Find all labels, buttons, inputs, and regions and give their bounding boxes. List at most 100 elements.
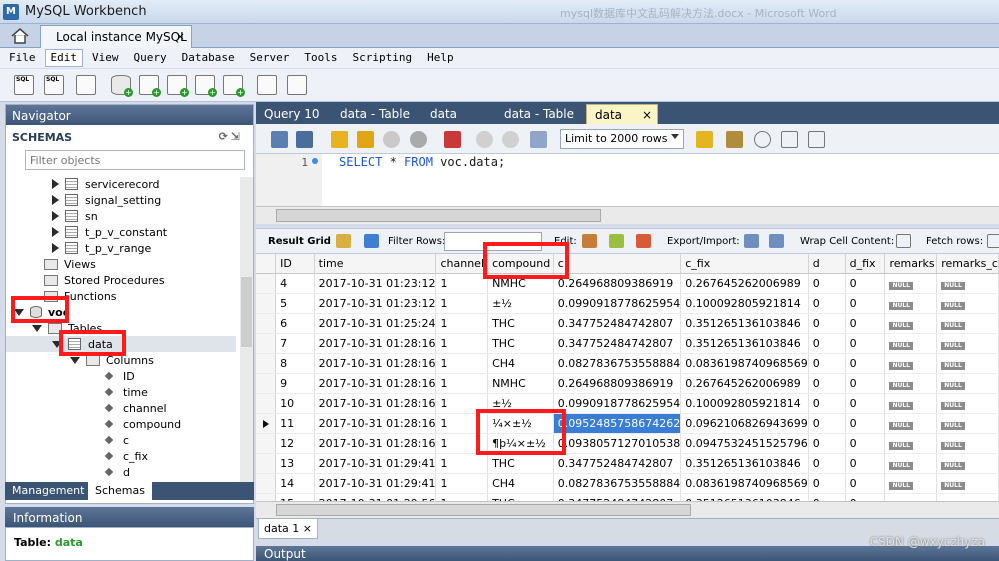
menu-server[interactable]: Server: [244, 49, 296, 67]
import-icon[interactable]: [769, 234, 784, 248]
cell-d-fix[interactable]: 0: [845, 373, 886, 394]
cell-d-fix[interactable]: 0: [845, 413, 886, 434]
tree-column-id[interactable]: ID: [102, 368, 135, 384]
column-header-remarks-c[interactable]: remarks_c: [936, 254, 999, 274]
tab-data-1[interactable]: data: [422, 104, 496, 124]
cell-c-fix[interactable]: 0.0836198740968569: [680, 353, 809, 374]
invisible-chars-icon[interactable]: [781, 131, 798, 148]
cell-time[interactable]: 2017-10-31 01:29:41: [314, 473, 437, 494]
cell-c[interactable]: 0.347752484742807: [553, 313, 682, 334]
cell-remarks-c[interactable]: NULL: [936, 493, 999, 501]
instance-tab[interactable]: Local instance MySQL ×: [40, 25, 192, 48]
table-row[interactable]: 152017-10-31 01:29:561THC0.3477524847428…: [256, 493, 999, 501]
reconnect-button[interactable]: [287, 75, 307, 95]
cell-c[interactable]: 0.347752484742807: [553, 453, 682, 474]
navigator-scrollbar[interactable]: [240, 177, 253, 487]
cell-remarks[interactable]: NULL: [884, 353, 938, 374]
tab-management[interactable]: Management: [5, 482, 91, 500]
cell-id[interactable]: 10: [275, 393, 315, 414]
cell-d[interactable]: 0: [808, 273, 846, 294]
tree-item-sn[interactable]: sn: [52, 208, 98, 224]
cell-remarks-c[interactable]: NULL: [936, 353, 999, 374]
cell-compound[interactable]: THC: [487, 313, 554, 334]
cell-time[interactable]: 2017-10-31 01:25:24: [314, 313, 437, 334]
edit-row-icon[interactable]: [582, 234, 597, 248]
cell-remarks[interactable]: NULL: [884, 293, 938, 314]
cell-c-fix[interactable]: 0.351265136103846: [680, 453, 809, 474]
new-sql-tab-button[interactable]: [14, 75, 34, 95]
cell-d-fix[interactable]: 0: [845, 293, 886, 314]
cell-remarks-c[interactable]: NULL: [936, 413, 999, 434]
commit-icon[interactable]: [476, 131, 493, 148]
cell-c[interactable]: 0.264968809386919: [553, 273, 682, 294]
cell-id[interactable]: 8: [275, 353, 315, 374]
cell-remarks[interactable]: NULL: [884, 473, 938, 494]
rollback-icon[interactable]: [502, 131, 519, 148]
create-schema-button[interactable]: +: [111, 75, 133, 97]
collapse-icon[interactable]: [32, 324, 42, 332]
find-icon[interactable]: [754, 131, 771, 148]
tree-column-time[interactable]: time: [102, 384, 148, 400]
cell-remarks-c[interactable]: NULL: [936, 433, 999, 454]
scrollbar-thumb[interactable]: [276, 209, 601, 222]
cell-id[interactable]: 12: [275, 433, 315, 454]
menu-tools[interactable]: Tools: [298, 49, 343, 67]
filter-objects-input[interactable]: [25, 150, 245, 170]
cell-remarks[interactable]: NULL: [884, 373, 938, 394]
tree-item-t-p-v-constant[interactable]: t_p_v_constant: [52, 224, 167, 240]
cell-d-fix[interactable]: 0: [845, 433, 886, 454]
cell-d[interactable]: 0: [808, 453, 846, 474]
cell-channel[interactable]: 1: [435, 453, 489, 474]
table-row[interactable]: 14 2017-10-31 01:29:41 1 CH4 0.0827836753558…: [256, 473, 999, 494]
tree-column-compound[interactable]: compound: [102, 416, 181, 432]
expand-icon[interactable]: [52, 243, 59, 253]
sql-editor[interactable]: 1 SELECT * FROM voc.data;: [256, 154, 999, 206]
row-marker[interactable]: [256, 493, 277, 501]
cell-remarks-c[interactable]: NULL: [936, 313, 999, 334]
tree-item-views[interactable]: Views: [44, 256, 96, 272]
cell-remarks[interactable]: NULL: [884, 313, 938, 334]
cell-c-fix[interactable]: 0.0947532451525796: [680, 433, 809, 454]
tree-column-d[interactable]: d: [102, 464, 130, 480]
inspector-button[interactable]: [76, 75, 96, 95]
cell-id[interactable]: 5: [275, 293, 315, 314]
cell-d[interactable]: 0: [808, 373, 846, 394]
cell-d[interactable]: 0: [808, 393, 846, 414]
wrap-toggle-icon[interactable]: [896, 234, 911, 248]
cell-remarks-c[interactable]: NULL: [936, 333, 999, 354]
cell-channel[interactable]: 1: [435, 373, 489, 394]
collapse-icon[interactable]: [70, 356, 80, 364]
table-row[interactable]: 8 2017-10-31 01:28:16 1 CH4 0.08278367535588…: [256, 353, 999, 374]
cell-c[interactable]: 0.347752484742807: [553, 493, 682, 501]
column-header-id[interactable]: ID: [275, 254, 315, 274]
table-row[interactable]: 11 2017-10-31 01:28:16 1 ¼×±½ 0.095248575867…: [256, 413, 999, 434]
grid-view-icon[interactable]: [336, 234, 351, 248]
result-tab-data-1[interactable]: data 1 ×: [258, 519, 318, 539]
cell-compound[interactable]: CH4: [487, 473, 554, 494]
menu-view[interactable]: View: [86, 49, 125, 67]
cell-d-fix[interactable]: 0: [845, 313, 886, 334]
row-marker[interactable]: [256, 433, 277, 454]
row-marker[interactable]: [256, 453, 277, 474]
delete-row-icon[interactable]: [636, 234, 651, 248]
cell-remarks[interactable]: NULL: [884, 393, 938, 414]
cell-c[interactable]: 0.0990918778625954: [553, 393, 682, 414]
column-header-c-fix[interactable]: c_fix: [680, 254, 809, 274]
cell-id[interactable]: 14: [275, 473, 315, 494]
row-marker[interactable]: [256, 473, 277, 494]
refresh-icon[interactable]: ⟳⇲: [219, 130, 243, 143]
cell-channel[interactable]: 1: [435, 333, 489, 354]
cell-remarks-c[interactable]: NULL: [936, 293, 999, 314]
cell-id[interactable]: 11: [275, 413, 315, 434]
save-icon[interactable]: [296, 131, 313, 148]
cell-d[interactable]: 0: [808, 293, 846, 314]
cell-time[interactable]: 2017-10-31 01:28:16: [314, 413, 437, 434]
tree-item-stored-procedures[interactable]: Stored Procedures: [44, 272, 165, 288]
row-marker[interactable]: [256, 293, 277, 314]
menu-edit[interactable]: Edit: [44, 49, 83, 67]
grid-horizontal-scrollbar[interactable]: [256, 501, 999, 518]
tree-column-c-fix[interactable]: c_fix: [102, 448, 148, 464]
cell-id[interactable]: 13: [275, 453, 315, 474]
fetch-next-icon[interactable]: [987, 234, 999, 248]
menu-database[interactable]: Database: [176, 49, 241, 67]
